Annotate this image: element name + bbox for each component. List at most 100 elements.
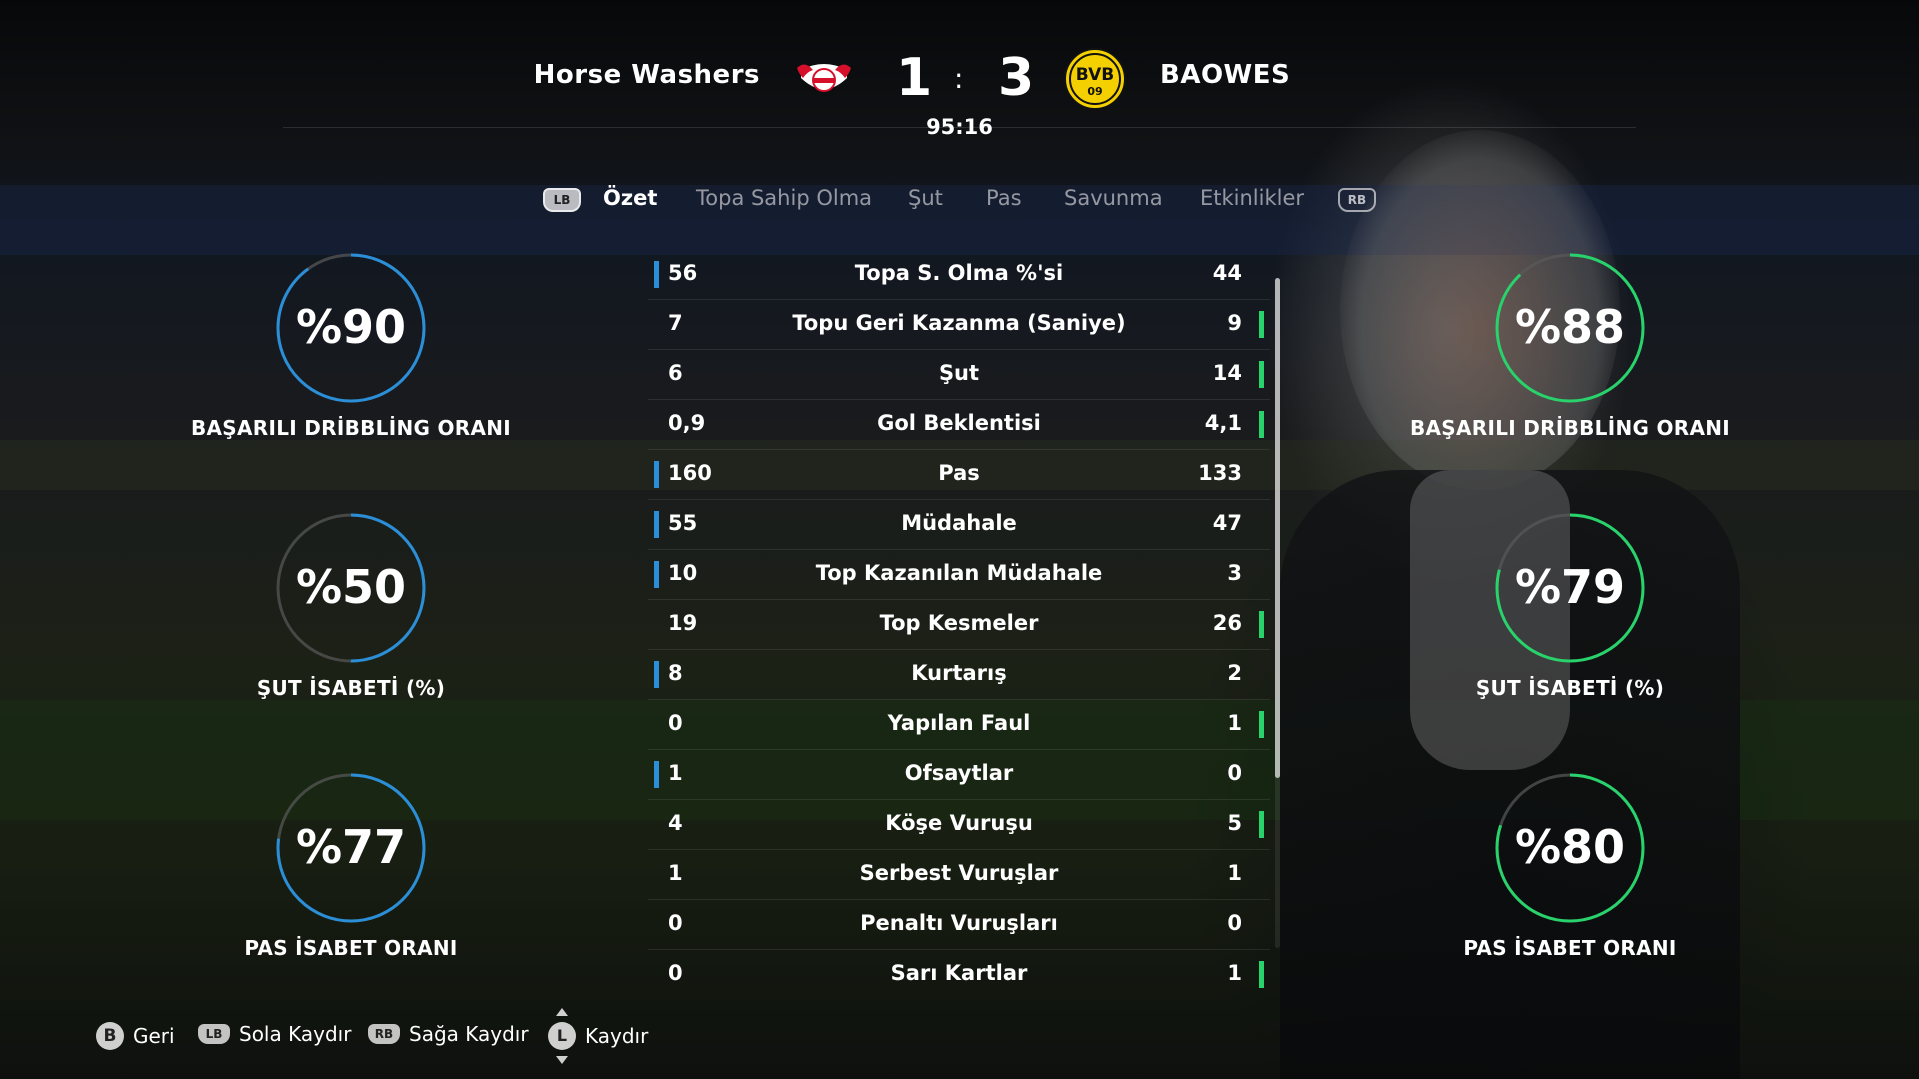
svg-text:09: 09 (1087, 85, 1102, 98)
tab-savunma[interactable]: Savunma (1064, 186, 1163, 210)
scroll-left-hint[interactable]: LB Sola Kaydır (198, 1022, 351, 1046)
b-button-icon: B (96, 1022, 124, 1050)
stat-row: 4 Köşe Vuruşu 5 (648, 800, 1270, 850)
away-gauge-value: %79 (1514, 560, 1626, 614)
stat-label: Top Kazanılan Müdahale (815, 561, 1103, 585)
rb-button-icon: RB (368, 1024, 400, 1044)
stat-label: Şut (938, 361, 980, 385)
home-gauge-label: ŞUT İSABETİ (%) (256, 676, 446, 700)
stat-row: 1 Ofsaytlar 0 (648, 750, 1270, 800)
home-gauge: %50 ŞUT İSABETİ (%) (181, 510, 521, 700)
away-gauge-value: %80 (1514, 820, 1626, 874)
stat-row: 0,9 Gol Beklentisi 4,1 (648, 400, 1270, 450)
home-team-name: Horse Washers (533, 60, 760, 90)
home-gauge: %90 BAŞARILI DRİBBLİNG ORANI (181, 250, 521, 440)
scroll-left-label: Sola Kaydır (239, 1022, 352, 1046)
stat-row: 8 Kurtarış 2 (648, 650, 1270, 700)
stat-row: 0 Penaltı Vuruşları 0 (648, 900, 1270, 950)
scroll-label: Kaydır (585, 1024, 649, 1048)
stat-label: Topa S. Olma %'si (854, 261, 1064, 285)
tab-topa-sahip-olma[interactable]: Topa Sahip Olma (696, 186, 872, 210)
stat-row: 7 Topu Geri Kazanma (Saniye) 9 (648, 300, 1270, 350)
stat-away-value: 133 (1198, 461, 1242, 485)
score-separator: : (954, 62, 964, 95)
stat-away-value: 26 (1212, 611, 1242, 635)
away-gauge: %80 PAS İSABET ORANI (1400, 770, 1740, 960)
stat-label: Pas (938, 461, 980, 485)
tab-ozet[interactable]: Özet (603, 186, 657, 210)
stat-label: Serbest Vuruşlar (859, 861, 1059, 885)
left-stick-icon: L (548, 1008, 576, 1064)
stat-row: 0 Yapılan Faul 1 (648, 700, 1270, 750)
stat-label: Yapılan Faul (887, 711, 1031, 735)
stat-row: 0 Sarı Kartlar 1 (648, 950, 1270, 999)
home-score: 1 (896, 48, 933, 108)
stat-label: Sarı Kartlar (890, 961, 1028, 985)
stat-away-value: 1 (1227, 711, 1242, 735)
stat-away-value: 9 (1227, 311, 1242, 335)
stat-label: Gol Beklentisi (877, 411, 1041, 435)
away-gauge-label: PAS İSABET ORANI (1463, 936, 1677, 960)
stat-row: 55 Müdahale 47 (648, 500, 1270, 550)
svg-text:BVB: BVB (1076, 65, 1114, 85)
stat-away-value: 47 (1212, 511, 1242, 535)
stick-up-arrow-icon (556, 1008, 568, 1016)
stat-away-value: 4,1 (1204, 411, 1242, 435)
home-gauge-label: PAS İSABET ORANI (244, 936, 458, 960)
stat-label: Penaltı Vuruşları (860, 911, 1058, 935)
stat-away-value: 0 (1227, 911, 1242, 935)
stat-away-value: 1 (1227, 861, 1242, 885)
left-stick-key: L (556, 1026, 568, 1045)
away-gauge-label: BAŞARILI DRİBBLİNG ORANI (1409, 416, 1731, 440)
stat-away-value: 1 (1227, 961, 1242, 985)
stat-label: Müdahale (901, 511, 1017, 535)
header-divider (283, 127, 1636, 128)
stats-scrollbar[interactable] (1275, 278, 1280, 948)
away-gauge-label: ŞUT İSABETİ (%) (1475, 676, 1665, 700)
stat-row: 6 Şut 14 (648, 350, 1270, 400)
away-team-name: BAOWES (1160, 60, 1291, 90)
scoreboard: Horse Washers 1 : 3 BVB 09 BAOWES 95:16 (0, 40, 1919, 139)
back-hint[interactable]: B Geri (96, 1022, 175, 1050)
stat-label: Topu Geri Kazanma (Saniye) (792, 311, 1126, 335)
scroll-right-label: Sağa Kaydır (409, 1022, 529, 1046)
home-gauge: %77 PAS İSABET ORANI (181, 770, 521, 960)
lb-shoulder-icon[interactable]: LB (543, 188, 581, 212)
stat-label: Kurtarış (911, 661, 1007, 685)
stats-scrollbar-thumb[interactable] (1275, 278, 1280, 778)
rb-shoulder-icon[interactable]: RB (1338, 188, 1376, 212)
stat-row: 10 Top Kazanılan Müdahale 3 (648, 550, 1270, 600)
lb-button-icon: LB (198, 1024, 230, 1044)
away-gauge: %79 ŞUT İSABETİ (%) (1400, 510, 1740, 700)
stat-away-value: 5 (1227, 811, 1242, 835)
home-gauge-label: BAŞARILI DRİBBLİNG ORANI (190, 416, 512, 440)
stat-row: 1 Serbest Vuruşlar 1 (648, 850, 1270, 900)
tab-pas[interactable]: Pas (986, 186, 1022, 210)
stat-away-value: 14 (1212, 361, 1242, 385)
stat-away-value: 0 (1227, 761, 1242, 785)
tab-etkinlikler[interactable]: Etkinlikler (1200, 186, 1304, 210)
away-gauge-value: %88 (1514, 300, 1626, 354)
stat-label: Köşe Vuruşu (885, 811, 1033, 835)
home-gauge-value: %50 (295, 560, 407, 614)
stick-down-arrow-icon (556, 1056, 568, 1064)
away-team-crest-icon: BVB 09 (1064, 48, 1126, 110)
back-label: Geri (133, 1024, 175, 1048)
stat-row: 56 Topa S. Olma %'si 44 (648, 250, 1270, 300)
stat-label: Ofsaytlar (904, 761, 1014, 785)
stats-table[interactable]: 56 Topa S. Olma %'si 44 7 Topu Geri Kazanma … (648, 250, 1270, 999)
stat-away-value: 2 (1227, 661, 1242, 685)
stats-tabs: LB Özet Topa Sahip Olma Şut Pas Savunma … (0, 180, 1919, 220)
tab-sut[interactable]: Şut (908, 186, 943, 210)
stat-row: 19 Top Kesmeler 26 (648, 600, 1270, 650)
stat-away-value: 3 (1227, 561, 1242, 585)
scroll-right-hint[interactable]: RB Sağa Kaydır (368, 1022, 529, 1046)
stat-label: Top Kesmeler (879, 611, 1039, 635)
home-gauge-value: %90 (295, 300, 407, 354)
home-gauge-value: %77 (295, 820, 407, 874)
away-score: 3 (998, 48, 1035, 108)
stat-away-value: 44 (1212, 261, 1242, 285)
stat-row: 160 Pas 133 (648, 450, 1270, 500)
scroll-hint[interactable]: L Kaydır (548, 1008, 649, 1064)
away-gauge: %88 BAŞARILI DRİBBLİNG ORANI (1400, 250, 1740, 440)
